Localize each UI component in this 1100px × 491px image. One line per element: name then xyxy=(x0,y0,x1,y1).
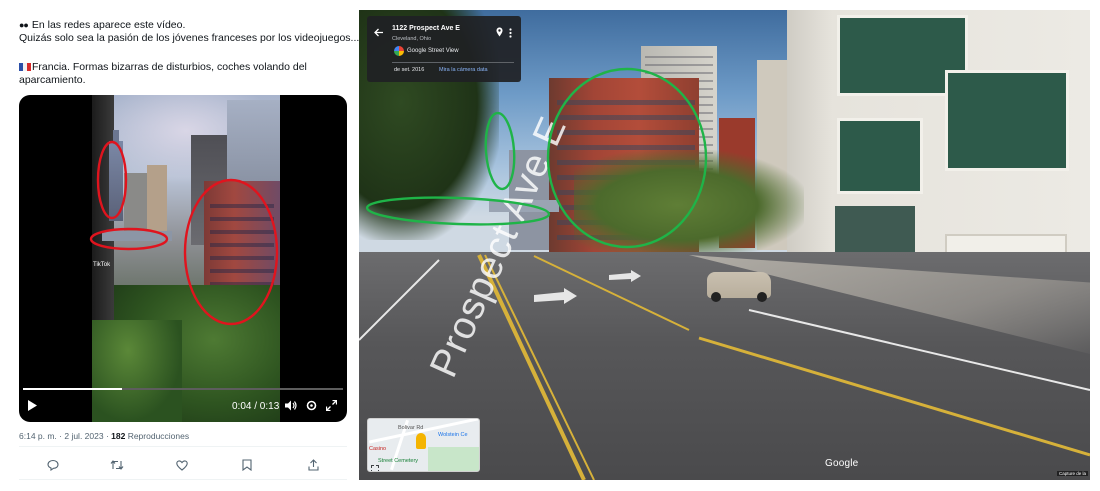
red-circle-brick-building xyxy=(183,178,279,326)
red-circle-skybridge xyxy=(89,227,169,251)
expand-map-icon[interactable] xyxy=(371,460,379,471)
divider xyxy=(19,479,347,480)
views-count: 182 xyxy=(111,431,126,441)
tweet-text-line-4: aparcamiento. xyxy=(19,74,86,86)
video-progress-fill xyxy=(23,388,123,390)
red-circle-tower xyxy=(96,140,128,220)
video-time: 0:04 / 0:13 xyxy=(232,401,280,412)
green-circle-skybridge xyxy=(365,196,551,226)
minimap-label-cemetery: Street Cemetery xyxy=(378,458,419,464)
fullscreen-icon[interactable] xyxy=(325,399,338,414)
eyes-emoji-icon: ●● xyxy=(19,20,29,30)
minimap[interactable]: Bolivar Rd Wolstein Ce Casino Street Cem… xyxy=(367,418,480,472)
like-icon[interactable] xyxy=(172,455,192,475)
tweet-text-line-3: Francia. Formas bizarras de disturbios, … xyxy=(19,61,307,74)
street-view-info-card: 1122 Prospect Ave E Cleveland, Ohio Goog… xyxy=(367,16,521,82)
share-icon[interactable] xyxy=(303,455,323,475)
capture-date: de set. 2016 xyxy=(394,67,425,73)
back-arrow-icon[interactable] xyxy=(374,24,384,42)
minimap-label-road: Bolivar Rd xyxy=(398,425,424,431)
tweet-timestamp: 6:14 p. m. · 2 jul. 2023 · 182 Reproducc… xyxy=(19,431,190,441)
tweet-text-line-2: Quizás solo sea la pasión de los jóvenes… xyxy=(19,32,360,44)
settings-gear-icon[interactable] xyxy=(306,400,317,414)
retweet-icon[interactable] xyxy=(107,455,127,475)
bookmark-icon[interactable] xyxy=(237,455,257,475)
minimap-label-casino: Casino xyxy=(369,446,387,452)
tweet: ●● En las redes aparece este vídeo. Quizá… xyxy=(0,0,359,491)
divider xyxy=(392,62,514,63)
street-view-panorama[interactable]: Prospect Ave E 1122 Prospect Ave E Cleve… xyxy=(359,10,1090,480)
green-circle-brick-building xyxy=(546,67,708,249)
tweet-text-line-1: ●● En las redes aparece este vídeo. xyxy=(19,19,186,31)
video-player[interactable]: TikTok 0:04 / 0:13 xyxy=(19,95,347,422)
green-circle-tower xyxy=(484,111,516,191)
divider xyxy=(19,446,347,447)
minimap-label-wolstein: Wolstein Ce xyxy=(438,432,468,438)
volume-icon[interactable] xyxy=(285,400,297,414)
google-logo-icon xyxy=(394,46,404,56)
google-watermark: Google xyxy=(825,458,859,469)
red-annotations xyxy=(89,140,279,326)
source-label: Google Street View xyxy=(407,48,459,54)
address-city: Cleveland, Ohio xyxy=(392,36,432,42)
reply-icon[interactable] xyxy=(43,455,63,475)
pegman-icon[interactable] xyxy=(416,433,426,449)
address-title: 1122 Prospect Ave E xyxy=(392,25,460,32)
capture-label: Capture de la xyxy=(1057,471,1089,476)
play-icon[interactable] xyxy=(27,400,37,414)
tweet-actions xyxy=(19,455,347,475)
more-menu-icon[interactable] xyxy=(509,25,512,43)
france-flag-icon xyxy=(19,63,31,71)
more-dates-link[interactable]: Mira la cámera data xyxy=(439,67,488,73)
video-progress-bar[interactable] xyxy=(23,388,343,390)
location-pin-icon[interactable] xyxy=(496,24,503,42)
